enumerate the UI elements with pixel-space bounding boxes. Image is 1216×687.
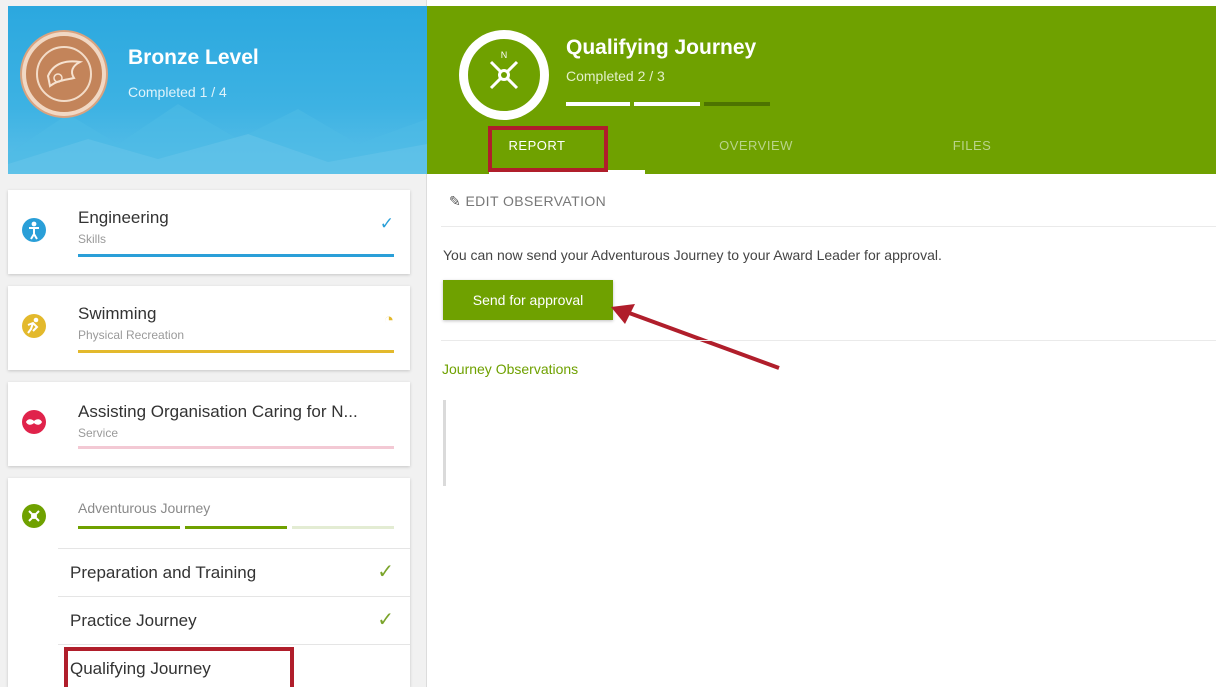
section-progress-bar bbox=[78, 350, 394, 353]
section-title: Adventurous Journey bbox=[78, 500, 211, 516]
pencil-icon: ✎ bbox=[449, 193, 462, 209]
divider bbox=[441, 226, 1216, 227]
edit-observation-link[interactable]: ✎ EDIT OBSERVATION bbox=[449, 193, 606, 210]
level-title: Bronze Level bbox=[128, 46, 259, 69]
section-subtitle: Service bbox=[78, 426, 119, 440]
section-subtitle: Skills bbox=[78, 232, 107, 246]
in-progress-icon: ◔ bbox=[383, 310, 394, 329]
section-card-engineering[interactable]: Engineering Skills ✓ bbox=[8, 190, 410, 274]
check-icon: ✓ bbox=[377, 561, 394, 583]
section-card-service[interactable]: Assisting Organisation Caring for N... S… bbox=[8, 382, 410, 466]
section-progress-bar bbox=[78, 446, 394, 449]
section-progress-bar bbox=[78, 254, 394, 257]
journey-progress-segment-3 bbox=[704, 102, 770, 106]
section-subtitle: Physical Recreation bbox=[78, 328, 185, 342]
compass-badge-icon: N bbox=[459, 30, 549, 120]
journey-progress-segment-1 bbox=[566, 102, 630, 106]
level-progress: Completed 1 / 4 bbox=[128, 84, 227, 100]
left-panel: Bronze Level Completed 1 / 4 Engineering… bbox=[0, 0, 427, 687]
journey-progress-segment-2 bbox=[634, 102, 700, 106]
physical-recreation-icon bbox=[22, 314, 46, 338]
edit-observation-label: EDIT OBSERVATION bbox=[465, 193, 607, 209]
journey-progress: Completed 2 / 3 bbox=[566, 68, 665, 84]
section-title: Swimming bbox=[78, 304, 157, 323]
tab-overview[interactable]: OVERVIEW bbox=[701, 138, 811, 153]
level-header: Bronze Level Completed 1 / 4 bbox=[8, 6, 427, 174]
journey-item-label: Practice Journey bbox=[70, 611, 197, 630]
app-root: Bronze Level Completed 1 / 4 Engineering… bbox=[0, 0, 1216, 687]
journey-item-practice[interactable]: Practice Journey ✓ bbox=[58, 596, 410, 642]
section-card-swimming[interactable]: Swimming Physical Recreation ◔ bbox=[8, 286, 410, 370]
approval-message: You can now send your Adventurous Journe… bbox=[443, 247, 942, 263]
check-icon: ✓ bbox=[379, 214, 394, 233]
tab-files[interactable]: FILES bbox=[917, 138, 1027, 153]
compass-icon bbox=[22, 504, 46, 528]
section-title: Assisting Organisation Caring for N... bbox=[78, 402, 358, 421]
skills-icon bbox=[22, 218, 46, 242]
journey-progress-segment-3 bbox=[292, 526, 394, 529]
section-title: Engineering bbox=[78, 208, 169, 227]
service-icon bbox=[22, 410, 46, 434]
journey-item-preparation[interactable]: Preparation and Training ✓ bbox=[58, 548, 410, 594]
right-panel: N Qualifying Journey Completed 2 / 3 REP… bbox=[427, 0, 1216, 687]
journey-title: Qualifying Journey bbox=[566, 36, 757, 59]
journey-progress-segment-2 bbox=[185, 526, 287, 529]
highlight-box-qualifying bbox=[64, 647, 294, 687]
observations-text-area[interactable] bbox=[443, 400, 446, 486]
svg-text:N: N bbox=[501, 50, 508, 60]
check-icon: ✓ bbox=[377, 609, 394, 631]
send-for-approval-button[interactable]: Send for approval bbox=[443, 280, 613, 320]
observations-title: Journey Observations bbox=[442, 361, 579, 377]
divider bbox=[441, 340, 1216, 341]
journey-item-label: Preparation and Training bbox=[70, 563, 257, 582]
bronze-badge-icon bbox=[22, 32, 106, 116]
highlight-box-report bbox=[488, 126, 608, 172]
journey-progress-segment-1 bbox=[78, 526, 180, 529]
